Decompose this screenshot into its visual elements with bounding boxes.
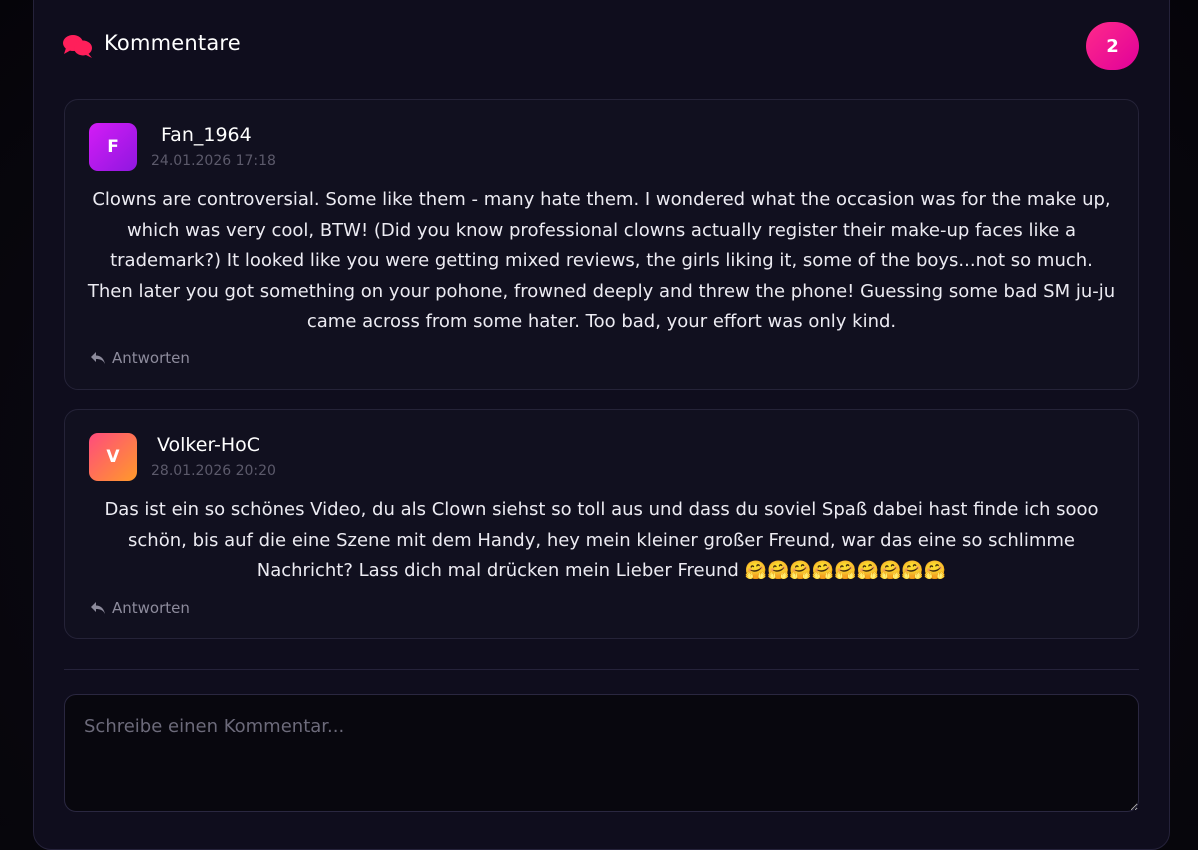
comments-icon xyxy=(63,35,92,58)
reply-icon xyxy=(91,352,105,364)
reply-label: Antworten xyxy=(112,349,190,367)
comment-input[interactable] xyxy=(64,694,1139,812)
comment-date: 24.01.2026 17:18 xyxy=(151,153,276,169)
divider xyxy=(64,669,1139,670)
avatar: V xyxy=(89,433,137,481)
comment-card: F Fan_1964 24.01.2026 17:18 Clowns are c… xyxy=(64,99,1139,390)
comment-count-badge: 2 xyxy=(1086,22,1139,70)
comment-author: Fan_1964 xyxy=(161,124,252,146)
comment-author: Volker-HoC xyxy=(157,434,261,456)
comments-title: Kommentare xyxy=(104,31,241,55)
comment-text: Clowns are controversial. Some like them… xyxy=(87,189,1116,332)
reply-button[interactable]: Antworten xyxy=(90,349,190,367)
reply-button[interactable]: Antworten xyxy=(90,599,190,617)
comment-card: V Volker-HoC 28.01.2026 20:20 Das ist ei… xyxy=(64,409,1139,639)
comment-text: Das ist ein so schönes Video, du als Clo… xyxy=(104,499,1099,581)
comment-date: 28.01.2026 20:20 xyxy=(151,463,276,479)
avatar: F xyxy=(89,123,137,171)
reply-icon xyxy=(91,602,105,614)
reply-label: Antworten xyxy=(112,599,190,617)
